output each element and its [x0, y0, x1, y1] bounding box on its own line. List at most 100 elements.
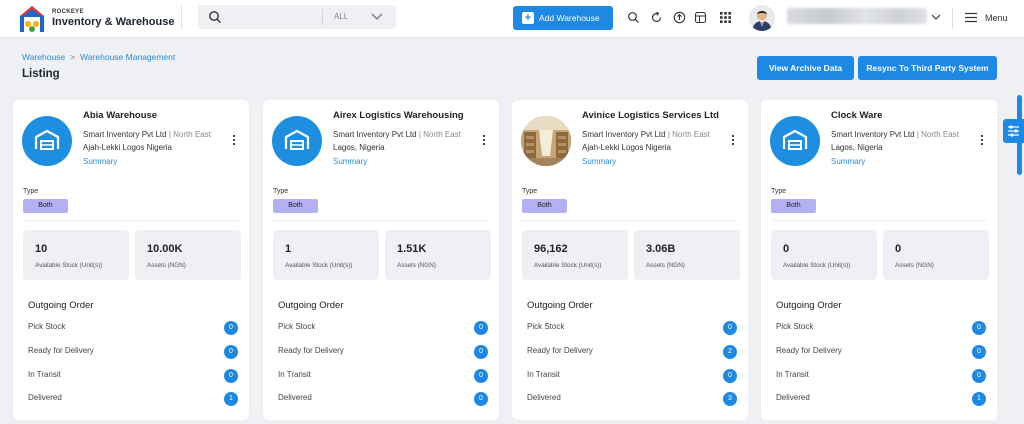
outgoing-order-row[interactable]: In Transit 0 [278, 369, 488, 383]
region-label: | North East [168, 130, 211, 139]
outgoing-order-row[interactable]: In Transit 0 [28, 369, 238, 383]
company-name: Smart Inventory Pvt Ltd [333, 130, 417, 139]
available-stock-tile: 96,162 Available Stock (Unit(s)) [522, 230, 628, 280]
outgoing-order-row[interactable]: Pick Stock 0 [278, 321, 488, 335]
breadcrumb-warehouse[interactable]: Warehouse [22, 52, 65, 62]
outgoing-order-row[interactable]: Ready for Delivery 2 [527, 345, 737, 359]
warehouse-card[interactable]: Clock Ware Smart Inventory Pvt Ltd | Nort… [761, 100, 997, 420]
breadcrumb-warehouse-management[interactable]: Warehouse Management [80, 52, 175, 62]
assets-value: 0 [895, 243, 902, 255]
assets-tile: 10.00K Assets (NGN) [135, 230, 241, 280]
warehouse-name[interactable]: Abia Warehouse [83, 110, 157, 121]
warehouse-address: Lagos, Nigeria [333, 142, 385, 152]
summary-link[interactable]: Summary [83, 157, 117, 166]
outgoing-order-row[interactable]: In Transit 0 [776, 369, 986, 383]
search-icon[interactable] [627, 11, 640, 24]
resync-third-party-button[interactable]: Resync To Third Party System [858, 56, 997, 80]
warehouse-address: Ajah-Lekki Logos Nigeria [83, 142, 172, 152]
outgoing-order-row[interactable]: In Transit 0 [527, 369, 737, 383]
warehouse-name[interactable]: Airex Logistics Warehousing [333, 110, 464, 121]
assets-label: Assets (NGN) [895, 262, 934, 269]
summary-link[interactable]: Summary [333, 157, 367, 166]
order-count-badge: 1 [224, 392, 238, 406]
order-status-label: Ready for Delivery [28, 346, 94, 355]
order-status-label: In Transit [776, 370, 809, 379]
warehouse-card[interactable]: Airex Logistics Warehousing Smart Invento… [263, 100, 499, 420]
available-stock-label: Available Stock (Unit(s)) [783, 262, 851, 269]
table-icon[interactable] [694, 11, 707, 24]
more-options-icon[interactable] [979, 134, 985, 146]
order-status-label: Pick Stock [28, 322, 66, 331]
warehouse-photo [521, 116, 571, 166]
top-bar: ROCKEYE Inventory & Warehouse ALL + Add … [0, 0, 1024, 38]
order-count-badge: 2 [723, 345, 737, 359]
assets-tile: 1.51K Assets (NGN) [385, 230, 491, 280]
order-count-badge: 3 [723, 392, 737, 406]
refresh-icon[interactable] [650, 11, 663, 24]
menu-button[interactable]: Menu [965, 11, 1009, 25]
filter-settings-button[interactable] [1003, 119, 1024, 143]
breadcrumb-separator-icon: > [70, 52, 76, 62]
search-divider [322, 9, 323, 25]
view-archive-data-button[interactable]: View Archive Data [757, 56, 854, 80]
warehouse-card[interactable]: Avinice Logistics Services Ltd Smart Inve… [512, 100, 748, 420]
more-options-icon[interactable] [481, 134, 487, 146]
upload-icon[interactable] [673, 11, 686, 24]
order-status-label: Delivered [776, 393, 810, 402]
header-divider [181, 6, 182, 30]
order-count-badge: 0 [224, 369, 238, 383]
outgoing-order-row[interactable]: Ready for Delivery 0 [278, 345, 488, 359]
chevron-down-icon[interactable] [370, 11, 384, 23]
summary-link[interactable]: Summary [582, 157, 616, 166]
outgoing-order-row[interactable]: Delivered 3 [527, 392, 737, 406]
outgoing-order-row[interactable]: Ready for Delivery 0 [776, 345, 986, 359]
order-status-label: Delivered [527, 393, 561, 402]
type-badge: Both [522, 199, 567, 213]
user-avatar[interactable] [749, 5, 775, 31]
warehouse-image [770, 116, 820, 166]
add-warehouse-button[interactable]: + Add Warehouse [513, 6, 613, 30]
outgoing-order-row[interactable]: Pick Stock 0 [28, 321, 238, 335]
warehouse-name[interactable]: Avinice Logistics Services Ltd [582, 110, 719, 121]
menu-label: Menu [985, 13, 1008, 23]
available-stock-label: Available Stock (Unit(s)) [285, 262, 353, 269]
card-divider [273, 220, 489, 221]
apps-grid-icon[interactable] [719, 11, 732, 24]
type-badge: Both [23, 199, 68, 213]
company-name: Smart Inventory Pvt Ltd [582, 130, 666, 139]
order-status-label: Ready for Delivery [776, 346, 842, 355]
outgoing-order-row[interactable]: Delivered 1 [776, 392, 986, 406]
order-count-badge: 0 [474, 369, 488, 383]
available-stock-tile: 1 Available Stock (Unit(s)) [273, 230, 379, 280]
type-label: Type [522, 188, 538, 195]
warehouse-card[interactable]: Abia Warehouse Smart Inventory Pvt Ltd | … [13, 100, 249, 420]
outgoing-order-row[interactable]: Delivered 1 [28, 392, 238, 406]
assets-value: 10.00K [147, 243, 183, 255]
header-divider [952, 8, 953, 28]
outgoing-order-row[interactable]: Pick Stock 0 [527, 321, 737, 335]
company-name: Smart Inventory Pvt Ltd [831, 130, 915, 139]
add-warehouse-label: Add Warehouse [539, 13, 600, 23]
global-search[interactable]: ALL [198, 5, 396, 29]
warehouse-company: Smart Inventory Pvt Ltd | North East Lago… [831, 129, 981, 154]
warehouse-icon [34, 129, 60, 150]
summary-link[interactable]: Summary [831, 157, 865, 166]
outgoing-order-row[interactable]: Delivered 0 [278, 392, 488, 406]
chevron-down-icon[interactable] [930, 12, 942, 22]
assets-tile: 3.06B Assets (NGN) [634, 230, 740, 280]
warehouse-icon [284, 129, 310, 150]
outgoing-order-row[interactable]: Pick Stock 0 [776, 321, 986, 335]
order-count-badge: 0 [474, 345, 488, 359]
more-options-icon[interactable] [231, 134, 237, 146]
outgoing-order-row[interactable]: Ready for Delivery 0 [28, 345, 238, 359]
warehouse-address: Lagos, Nigeria [831, 142, 883, 152]
warehouse-image [272, 116, 322, 166]
more-options-icon[interactable] [730, 134, 736, 146]
card-divider [23, 220, 239, 221]
type-label: Type [771, 188, 787, 195]
search-scope-select[interactable]: ALL [334, 12, 348, 21]
rockeye-logo[interactable] [18, 4, 46, 34]
warehouse-name[interactable]: Clock Ware [831, 110, 882, 121]
warehouse-company: Smart Inventory Pvt Ltd | North East Lago… [333, 129, 483, 154]
order-status-label: Ready for Delivery [278, 346, 344, 355]
